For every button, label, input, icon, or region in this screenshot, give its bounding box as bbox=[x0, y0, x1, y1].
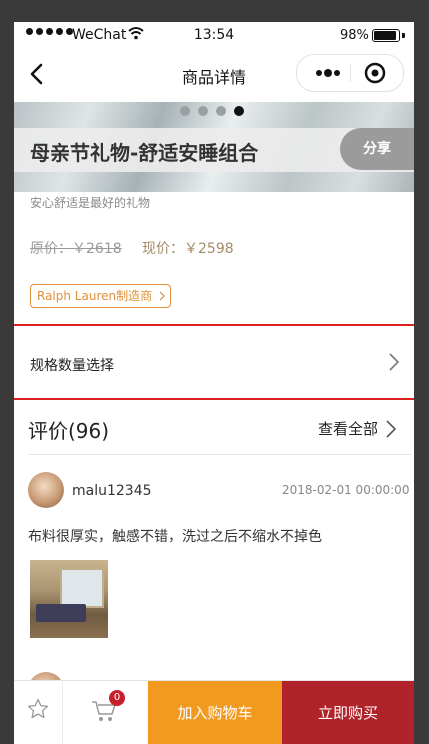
see-all-reviews-link[interactable]: 查看全部 bbox=[318, 418, 378, 439]
banner-dot[interactable] bbox=[198, 106, 208, 116]
cart-count-badge: 0 bbox=[109, 690, 125, 706]
original-price: 原价：￥2618 bbox=[30, 241, 122, 257]
favorite-button[interactable] bbox=[14, 681, 62, 744]
brand-tag[interactable]: Ralph Lauren制造商 bbox=[30, 284, 172, 308]
capsule-divider bbox=[350, 64, 351, 82]
photo-bed bbox=[36, 604, 86, 622]
battery-icon bbox=[372, 29, 400, 42]
banner-indicator bbox=[180, 106, 244, 116]
phone-screen: WeChat 13:54 98% 商品详情 母亲节礼物-舒适安睡组合 分享 安心… bbox=[14, 22, 414, 744]
review-date: 2018-02-01 00:00:00 bbox=[282, 483, 410, 497]
banner-dot-active[interactable] bbox=[234, 106, 244, 116]
nav-bar: 商品详情 bbox=[14, 50, 414, 98]
brand-tag-label: Ralph Lauren制造商 bbox=[37, 289, 153, 303]
divider bbox=[28, 454, 412, 455]
product-subtitle: 安心舒适是最好的礼物 bbox=[30, 196, 151, 210]
product-title: 母亲节礼物-舒适安睡组合 bbox=[30, 141, 259, 165]
cart-button[interactable]: 0 bbox=[62, 681, 149, 744]
banner-dot[interactable] bbox=[216, 106, 226, 116]
add-to-cart-button[interactable]: 加入购物车 bbox=[148, 681, 282, 744]
share-button[interactable]: 分享 bbox=[340, 128, 414, 170]
chevron-right-icon bbox=[159, 291, 165, 301]
battery-cap bbox=[402, 33, 405, 38]
battery-percent: 98% bbox=[340, 28, 369, 43]
highlight-box bbox=[14, 324, 414, 400]
bottom-action-bar: 0 加入购物车 立即购买 bbox=[14, 680, 414, 744]
current-price: 现价：￥2598 bbox=[142, 241, 234, 257]
reviews-title: 评价(96) bbox=[28, 419, 110, 443]
review-username: malu12345 bbox=[72, 483, 152, 499]
miniprogram-capsule bbox=[296, 54, 404, 92]
photo-window bbox=[60, 568, 104, 608]
chevron-right-icon[interactable] bbox=[385, 419, 397, 439]
status-bar: WeChat 13:54 98% bbox=[14, 22, 414, 50]
review-text: 布料很厚实，触感不错，洗过之后不缩水不掉色 bbox=[28, 529, 322, 545]
avatar bbox=[28, 472, 64, 508]
star-icon bbox=[27, 698, 49, 719]
banner-dot[interactable] bbox=[180, 106, 190, 116]
more-icon[interactable] bbox=[307, 61, 351, 85]
review-photo[interactable] bbox=[30, 560, 108, 638]
buy-now-button[interactable]: 立即购买 bbox=[282, 681, 414, 744]
close-miniprogram-icon[interactable] bbox=[359, 61, 395, 85]
